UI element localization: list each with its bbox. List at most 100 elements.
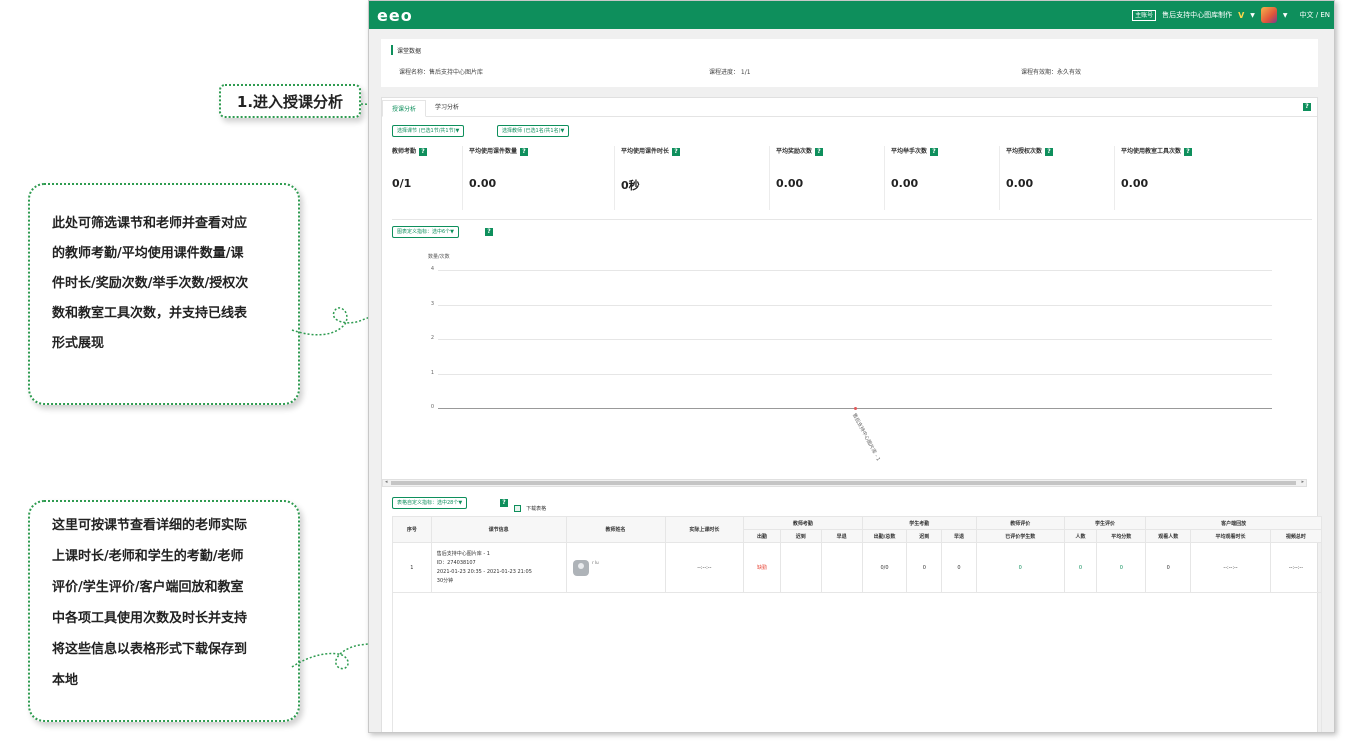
help-icon[interactable]: ? [672, 147, 681, 156]
select-teacher-dropdown[interactable]: 选择教师 (已选1名/共1名)▼ [497, 125, 570, 137]
chart-data-point[interactable] [853, 406, 857, 410]
metric-avg-hand-raises: 平均举手次数? 0.00 [884, 146, 939, 210]
col-evaluated-students: 已评价学生数 [975, 529, 1065, 543]
metric-avg-authorizations: 平均授权次数? 0.00 [999, 146, 1054, 210]
select-lesson-dropdown[interactable]: 选择课节 (已选1节/共1节)▼ [392, 125, 465, 137]
course-time: 2021-01-23 20:35 - 2021-01-23 21:05 [436, 568, 532, 575]
help-icon[interactable]: ? [520, 147, 529, 156]
cell-eval-count[interactable]: 0 [1063, 542, 1098, 593]
vip-icon: V [1238, 10, 1245, 20]
language-switch[interactable]: 中文 / EN [1300, 10, 1330, 20]
metrics-line-chart: 数量/次数 0 1 2 3 4 售后支持中心图片库 - 1 [392, 253, 1312, 513]
download-icon [514, 505, 521, 512]
metric-avg-classroom-tools: 平均使用教室工具次数? 0.00 [1114, 146, 1193, 210]
eeo-logo[interactable]: eeo [377, 6, 413, 25]
chevron-down-icon[interactable]: ▼ [1283, 12, 1288, 19]
callout-line: 的教师考勤/平均使用课件数量/课 [52, 246, 244, 261]
metric-value: 0.00 [891, 177, 919, 190]
metric-label: 平均使用课件数量 [469, 148, 518, 155]
col-viewers: 观看人数 [1145, 529, 1192, 543]
help-icon[interactable]: ? [1303, 103, 1311, 111]
chart-gridline [438, 373, 1272, 375]
metric-avg-courseware-count: 平均使用课件数量? 0.00 [462, 146, 529, 210]
cell-avg-score[interactable]: 0 [1096, 542, 1147, 593]
cell-evaluated-students[interactable]: 0 [975, 542, 1065, 593]
org-name[interactable]: 售后支持中心图库制作 [1162, 10, 1232, 20]
col-index: 序号 [392, 516, 432, 543]
cell-actual-duration: --:--:-- [664, 542, 745, 593]
table-row: 1 售后支持中心图片库 - 1 ID：274038107 2021-01-23 … [392, 542, 1323, 593]
help-icon[interactable]: ? [815, 147, 824, 156]
cell-avg-watch: --:--:-- [1190, 542, 1271, 593]
scroll-right-icon[interactable]: ▸ [1301, 479, 1304, 485]
metrics-row: 教师考勤? 0/1 平均使用课件数量? 0.00 平均使用课件时长? 0秒 平均… [392, 146, 1312, 210]
metric-value: 0/1 [392, 177, 412, 190]
col-teacher-eval: 教师评价 [975, 516, 1065, 530]
callout-line: 将这些信息以表格形式下载保存到 [52, 642, 248, 657]
col-client-replay: 客户端回放 [1145, 516, 1322, 530]
analysis-panel: 授课分析 学习分析 ? 选择课节 (已选1节/共1节)▼ 选择教师 (已选1名/… [381, 97, 1323, 732]
metric-avg-courseware-duration: 平均使用课件时长? 0秒 [614, 146, 681, 210]
course-id: ID：274038107 [436, 559, 476, 566]
course-info-panel: 课堂数据 课程名称：售后支持中心图片库 课程进度： 1/1 课程有效期：永久有效 [381, 39, 1318, 87]
callout-line: 形式展现 [52, 336, 105, 351]
chart-y-tick-label: 2 [430, 335, 434, 341]
help-icon[interactable]: ? [500, 499, 508, 507]
cell-teacher: r lu [565, 542, 666, 593]
chart-y-tick-label: 4 [430, 266, 434, 272]
metric-value: 0秒 [621, 179, 640, 192]
cell-student-late: 0 [906, 542, 943, 593]
metric-label: 平均奖励次数 [776, 148, 813, 155]
help-icon[interactable]: ? [485, 228, 493, 236]
download-table-label: 下载表格 [526, 506, 547, 512]
table-empty-area [392, 587, 1322, 732]
course-validity: 课程有效期：永久有效 [1021, 68, 1082, 76]
cell-student-present: 0/0 [861, 542, 908, 593]
col-actual-duration: 实际上课时长 [664, 516, 745, 543]
cell-teacher-early [820, 542, 863, 593]
scroll-left-icon[interactable]: ◂ [385, 479, 388, 485]
table-metric-dropdown[interactable]: 表格自定义指标：选中28个▼ [392, 497, 468, 509]
col-student-attendance: 学生考勤 [861, 516, 977, 530]
col-teacher-present: 出勤 [743, 529, 781, 543]
step-tag-callout: 1.进入授课分析 [219, 84, 361, 118]
download-table-button[interactable]: 下载表格 [514, 498, 546, 517]
help-icon[interactable]: ? [419, 147, 428, 156]
user-avatar[interactable] [1260, 7, 1277, 23]
chart-x-tick-label: 售后支持中心图片库 - 1 [850, 412, 882, 463]
cell-student-early: 0 [941, 542, 977, 593]
col-video-total: 视频总时 [1269, 529, 1323, 543]
callout-line: 本地 [52, 673, 79, 688]
chart-horizontal-scrollbar[interactable]: ◂ ▸ [382, 479, 1307, 487]
tab-learning-analysis[interactable]: 学习分析 [426, 99, 468, 116]
col-student-early: 早退 [941, 529, 977, 543]
col-student-eval: 学生评价 [1063, 516, 1147, 530]
chevron-down-icon[interactable]: ▼ [1250, 12, 1255, 19]
col-teacher-early: 早退 [820, 529, 863, 543]
chart-y-tick-label: 0 [430, 404, 434, 410]
col-eval-count: 人数 [1063, 529, 1098, 543]
course-name: 课程名称：售后支持中心图片库 [399, 68, 484, 76]
chart-metric-dropdown[interactable]: 图表定义指标：选中6个▼ [392, 226, 460, 238]
callout-line: 上课时长/老师和学生的考勤/老师 [52, 549, 244, 564]
course-info-row: 课程名称：售后支持中心图片库 课程进度： 1/1 课程有效期：永久有效 [381, 61, 1318, 81]
help-icon[interactable]: ? [1045, 147, 1054, 156]
metric-label: 平均授权次数 [1006, 148, 1043, 155]
course-length: 30分钟 [436, 577, 454, 584]
callout-line: 评价/学生评价/客户端回放和教室 [52, 580, 244, 595]
scroll-thumb[interactable] [391, 481, 1296, 485]
metric-teacher-attendance: 教师考勤? 0/1 [392, 146, 428, 210]
cell-course-info: 售后支持中心图片库 - 1 ID：274038107 2021-01-23 20… [430, 542, 567, 593]
course-progress: 课程进度： 1/1 [709, 68, 751, 76]
metric-label: 平均举手次数 [891, 148, 928, 155]
col-student-late: 迟到 [906, 529, 943, 543]
app-window: eeo 主账号 售后支持中心图库制作 V ▼ ▼ 中文 / EN 课堂数据 课程… [368, 0, 1335, 733]
tab-teaching-analysis[interactable]: 授课分析 [382, 100, 427, 117]
help-icon[interactable]: ? [930, 147, 939, 156]
lesson-detail-table: 序号 课节信息 教师姓名 实际上课时长 教师考勤 学生考勤 教师评价 学生评价 … [392, 516, 1323, 593]
chart-gridline [438, 339, 1272, 340]
teacher-avatar-icon [572, 559, 589, 576]
chart-gridline [438, 270, 1272, 271]
cell-video-total: --:--:-- [1269, 542, 1323, 593]
help-icon[interactable]: ? [1184, 147, 1193, 156]
